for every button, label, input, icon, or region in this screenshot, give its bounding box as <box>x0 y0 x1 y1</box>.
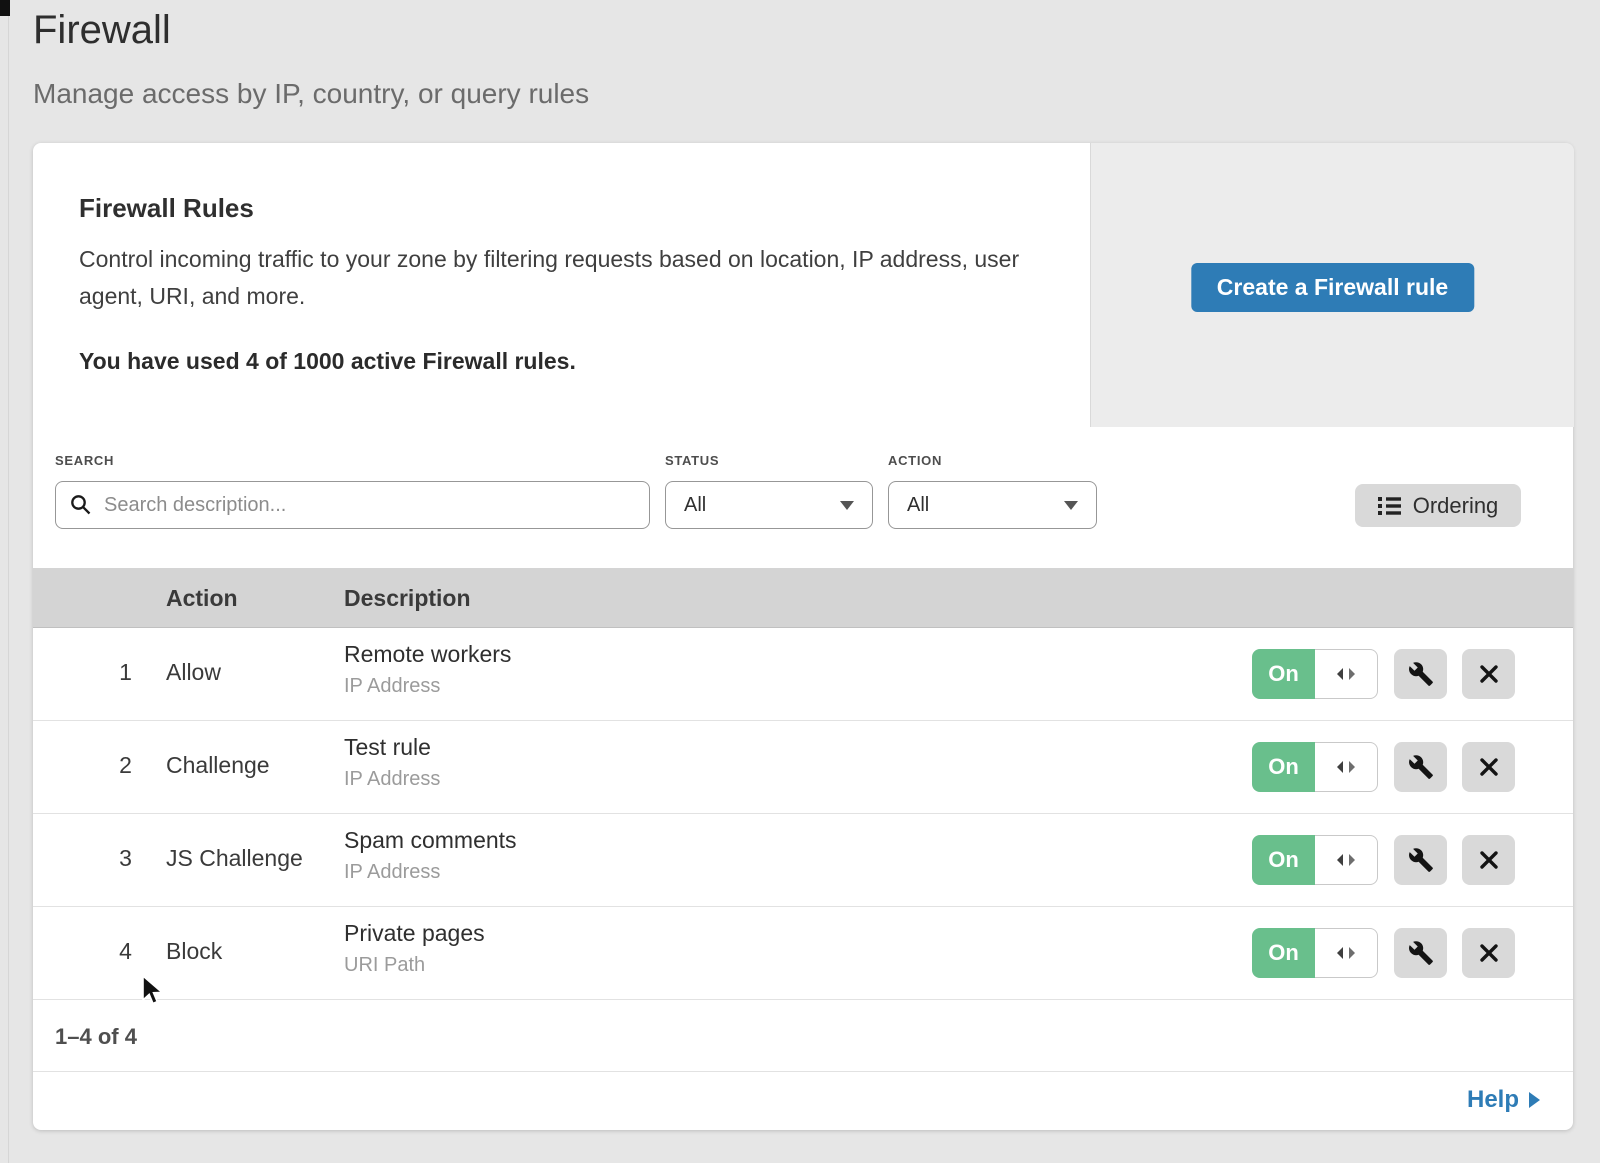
create-rule-panel: Create a Firewall rule <box>1090 143 1574 427</box>
toggle-arrows-handle[interactable] <box>1315 835 1378 885</box>
rule-priority: 4 <box>103 938 148 965</box>
status-select-value: All <box>684 494 706 517</box>
close-icon <box>1478 756 1500 778</box>
delete-rule-button[interactable] <box>1462 835 1515 885</box>
search-input[interactable] <box>102 493 635 518</box>
wrench-icon <box>1408 661 1434 687</box>
rule-field: IP Address <box>344 675 440 698</box>
rule-description: Spam comments <box>344 827 517 854</box>
rule-toggle[interactable]: On <box>1252 835 1378 885</box>
chevron-down-icon <box>1064 501 1078 510</box>
left-right-arrows-icon <box>1334 759 1358 775</box>
rule-priority: 1 <box>103 659 148 686</box>
toggle-on-label[interactable]: On <box>1252 835 1315 885</box>
rule-description: Test rule <box>344 734 431 761</box>
table-row: 4 Block Private pages URI Path On <box>33 907 1573 1000</box>
status-select[interactable]: All <box>665 481 873 529</box>
ordering-button-label: Ordering <box>1413 493 1499 519</box>
close-icon <box>1478 663 1500 685</box>
delete-rule-button[interactable] <box>1462 649 1515 699</box>
table-row: 1 Allow Remote workers IP Address On <box>33 628 1573 721</box>
left-right-arrows-icon <box>1334 945 1358 961</box>
rule-toggle[interactable]: On <box>1252 742 1378 792</box>
search-label: SEARCH <box>55 453 114 468</box>
ordering-button[interactable]: Ordering <box>1355 484 1521 527</box>
wrench-icon <box>1408 754 1434 780</box>
toggle-arrows-handle[interactable] <box>1315 928 1378 978</box>
close-icon <box>1478 942 1500 964</box>
edit-rule-button[interactable] <box>1394 928 1447 978</box>
column-header-action: Action <box>166 568 238 628</box>
edit-rule-button[interactable] <box>1394 742 1447 792</box>
create-firewall-rule-button[interactable]: Create a Firewall rule <box>1191 263 1474 312</box>
card-footer: Help <box>33 1072 1573 1130</box>
pagination-range: 1–4 of 4 <box>55 1024 137 1050</box>
rule-priority: 2 <box>103 752 148 779</box>
action-select[interactable]: All <box>888 481 1097 529</box>
rule-field: IP Address <box>344 861 440 884</box>
arrow-right-icon <box>1529 1092 1540 1108</box>
toggle-arrows-handle[interactable] <box>1315 649 1378 699</box>
delete-rule-button[interactable] <box>1462 742 1515 792</box>
action-select-value: All <box>907 494 929 517</box>
help-link-label: Help <box>1467 1086 1519 1114</box>
rule-description: Private pages <box>344 920 485 947</box>
table-row: 2 Challenge Test rule IP Address On <box>33 721 1573 814</box>
delete-rule-button[interactable] <box>1462 928 1515 978</box>
wrench-icon <box>1408 847 1434 873</box>
window-edge-line <box>8 0 9 1163</box>
action-label: ACTION <box>888 453 942 468</box>
card-description: Control incoming traffic to your zone by… <box>79 241 1029 315</box>
rule-field: URI Path <box>344 954 425 977</box>
page-title: Firewall <box>33 8 171 53</box>
help-link[interactable]: Help <box>1467 1086 1540 1114</box>
left-right-arrows-icon <box>1334 852 1358 868</box>
chevron-down-icon <box>840 501 854 510</box>
rule-priority: 3 <box>103 845 148 872</box>
status-label: STATUS <box>665 453 719 468</box>
rule-action: Challenge <box>166 752 270 779</box>
edit-rule-button[interactable] <box>1394 835 1447 885</box>
firewall-rules-card: Create a Firewall rule Firewall Rules Co… <box>33 143 1573 1130</box>
pagination-bar: 1–4 of 4 <box>33 1000 1573 1072</box>
rule-toggle[interactable]: On <box>1252 649 1378 699</box>
edit-rule-button[interactable] <box>1394 649 1447 699</box>
left-right-arrows-icon <box>1334 666 1358 682</box>
rule-action: Block <box>166 938 222 965</box>
table-row: 3 JS Challenge Spam comments IP Address … <box>33 814 1573 907</box>
card-heading: Firewall Rules <box>79 193 254 224</box>
rule-description: Remote workers <box>344 641 511 668</box>
ordered-list-icon <box>1378 496 1401 516</box>
firewall-page: { "page": { "title": "Firewall", "subtit… <box>0 0 1600 1163</box>
search-box[interactable] <box>55 481 650 529</box>
toggle-arrows-handle[interactable] <box>1315 742 1378 792</box>
search-icon <box>70 494 92 516</box>
rule-toggle[interactable]: On <box>1252 928 1378 978</box>
close-icon <box>1478 849 1500 871</box>
toggle-on-label[interactable]: On <box>1252 742 1315 792</box>
rule-field: IP Address <box>344 768 440 791</box>
rule-action: Allow <box>166 659 221 686</box>
table-header: Action Description <box>33 568 1573 628</box>
window-corner-artifact <box>0 0 10 16</box>
page-subtitle: Manage access by IP, country, or query r… <box>33 78 589 110</box>
usage-summary: You have used 4 of 1000 active Firewall … <box>79 348 576 375</box>
rule-action: JS Challenge <box>166 845 303 872</box>
toggle-on-label[interactable]: On <box>1252 928 1315 978</box>
toggle-on-label[interactable]: On <box>1252 649 1315 699</box>
column-header-description: Description <box>344 568 471 628</box>
wrench-icon <box>1408 940 1434 966</box>
